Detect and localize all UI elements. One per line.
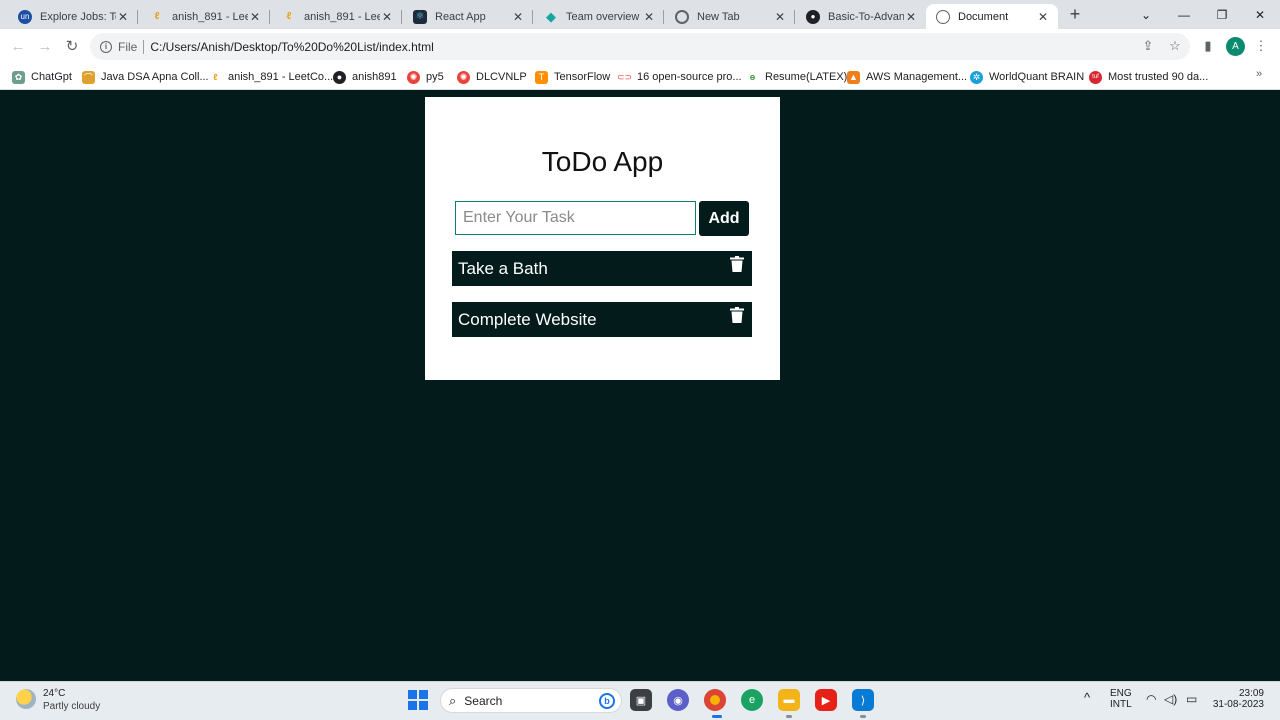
info-icon[interactable]: i (100, 40, 112, 53)
tuf-icon: tuf (1089, 70, 1102, 84)
close-window-button[interactable]: ✕ (1241, 0, 1279, 29)
windows-start-icon[interactable] (408, 690, 428, 710)
diamond-icon: ◆ (546, 8, 556, 24)
task-label: Complete Website (458, 309, 597, 329)
bookmarks-bar: ✿ ChatGpt ⌒ Java DSA Apna Coll... ℓ anis… (0, 64, 1280, 90)
tab-explore-jobs[interactable]: un Explore Jobs: Top ✕ (8, 4, 138, 29)
bookmark-star-icon[interactable]: ☆ (1166, 37, 1184, 55)
leetcode-icon: ℓ (286, 11, 292, 22)
leetcode-icon: ℓ (213, 72, 218, 82)
bookmark-py5[interactable]: ✺ py5 (407, 69, 444, 85)
py5-icon: ✺ (407, 70, 420, 84)
weather-description[interactable]: Partly cloudy (43, 701, 100, 712)
github-icon: ● (333, 70, 346, 84)
github-icon: ● (806, 9, 820, 24)
bookmark-chatgpt[interactable]: ✿ ChatGpt (12, 69, 72, 85)
search-icon: ⌕ (449, 692, 457, 708)
weather-temperature[interactable]: 24°C (43, 688, 65, 699)
close-tab-icon[interactable]: ✕ (773, 10, 787, 24)
side-panel-icon[interactable]: ▮ (1199, 37, 1217, 55)
bookmark-aws[interactable]: ▲ AWS Management... (847, 69, 967, 85)
volume-icon[interactable]: ◁) (1164, 692, 1177, 706)
apna-icon: ⌒ (82, 70, 95, 84)
tab-team-overview[interactable]: ◆ Team overview | a ✕ (534, 4, 664, 29)
maximize-button[interactable]: ❐ (1203, 0, 1241, 29)
new-tab-button[interactable]: + (1066, 5, 1084, 23)
forward-arrow-icon[interactable]: → (36, 38, 54, 56)
leetcode-icon: ℓ (154, 11, 160, 22)
taskbar-search[interactable]: ⌕ Search b (440, 688, 622, 713)
todo-card (425, 97, 780, 380)
share-icon[interactable]: ⇪ (1139, 37, 1157, 55)
task-label: Take a Bath (458, 258, 548, 278)
globe-icon (936, 9, 950, 24)
app-title: ToDo App (541, 146, 664, 177)
brain-icon: ✲ (970, 70, 983, 84)
aws-icon: ▲ (847, 70, 860, 84)
bookmark-dlcvnlp[interactable]: ✺ DLCVNLP (457, 69, 527, 85)
bing-icon[interactable]: b (599, 692, 615, 709)
task-item: Complete Website (452, 302, 752, 337)
bookmark-tuf[interactable]: tuf Most trusted 90 da... (1089, 69, 1208, 85)
chrome-taskbar-icon[interactable] (704, 689, 726, 711)
dlcvnlp-icon: ✺ (457, 70, 470, 84)
trash-icon[interactable] (730, 307, 744, 323)
trash-icon[interactable] (730, 256, 744, 272)
vscode-icon[interactable]: ⟩ (852, 689, 874, 711)
chatgpt-icon: ✿ (12, 70, 25, 84)
tab-leetcode-2[interactable]: ℓ anish_891 - LeetC ✕ (272, 4, 402, 29)
reload-icon[interactable]: ↻ (63, 38, 81, 56)
tab-document[interactable]: Document ✕ (926, 4, 1058, 29)
task-view-icon[interactable]: ▣ (630, 689, 652, 711)
react-icon: ⚛ (413, 9, 427, 24)
address-bar[interactable]: i File C:/Users/Anish/Desktop/To%20Do%20… (90, 33, 1190, 60)
edge-icon[interactable]: e (741, 689, 763, 711)
close-tab-icon[interactable]: ✕ (380, 10, 394, 24)
weather-icon[interactable] (16, 689, 36, 709)
close-tab-icon[interactable]: ✕ (904, 10, 918, 24)
url-text[interactable]: C:/Users/Anish/Desktop/To%20Do%20List/in… (150, 40, 433, 54)
add-task-button[interactable]: Add (699, 201, 749, 236)
battery-icon[interactable]: ▭ (1186, 692, 1197, 706)
close-tab-icon[interactable]: ✕ (1036, 10, 1050, 24)
back-arrow-icon[interactable]: ← (9, 38, 27, 56)
tab-github-repo[interactable]: ● Basic-To-Advance ✕ (796, 4, 926, 29)
bookmark-worldquant[interactable]: ✲ WorldQuant BRAIN (970, 69, 1084, 85)
link-icon: ⊂⊃ (616, 71, 633, 82)
tab-new-tab[interactable]: New Tab ✕ (665, 4, 795, 29)
close-tab-icon[interactable]: ✕ (248, 10, 262, 24)
bookmark-leetcode[interactable]: ℓ anish_891 - LeetCo... (209, 69, 333, 85)
bookmark-github[interactable]: ● anish891 (333, 69, 397, 85)
close-tab-icon[interactable]: ✕ (642, 10, 656, 24)
browser-toolbar: ← → ↻ i File C:/Users/Anish/Desktop/To%2… (0, 29, 1280, 64)
task-item: Take a Bath (452, 251, 752, 286)
teams-chat-icon[interactable]: ◉ (667, 689, 689, 711)
tab-strip: un Explore Jobs: Top ✕ ℓ anish_891 - Lee… (0, 0, 1280, 29)
unstop-icon: un (18, 9, 32, 24)
clock[interactable]: 23:09 31-08-2023 (1212, 688, 1264, 710)
close-tab-icon[interactable]: ✕ (511, 10, 525, 24)
chrome-icon (675, 9, 689, 24)
tray-overflow-icon[interactable]: ^ (1084, 690, 1090, 705)
minimize-button[interactable]: — (1165, 0, 1203, 29)
close-tab-icon[interactable]: ✕ (116, 10, 130, 24)
tab-leetcode-1[interactable]: ℓ anish_891 - LeetC ✕ (140, 4, 270, 29)
bookmark-tensorflow[interactable]: T TensorFlow (535, 69, 610, 85)
bookmarks-overflow-icon[interactable]: » (1256, 68, 1262, 80)
bookmark-resume[interactable]: ɵ Resume(LATEX) (746, 69, 848, 85)
bookmark-java-dsa[interactable]: ⌒ Java DSA Apna Coll... (82, 69, 209, 85)
overleaf-icon: ɵ (749, 72, 756, 82)
profile-avatar[interactable]: A (1226, 37, 1245, 56)
language-indicator[interactable]: ENG INTL (1110, 688, 1132, 710)
menu-kebab-icon[interactable]: ⋮ (1252, 37, 1270, 55)
youtube-icon[interactable]: ▶ (815, 689, 837, 711)
tab-react-app[interactable]: ⚛ React App ✕ (403, 4, 533, 29)
file-explorer-icon[interactable]: ▬ (778, 689, 800, 711)
task-input[interactable] (455, 201, 696, 235)
tab-search-icon[interactable]: ⌄ (1127, 0, 1165, 29)
wifi-icon[interactable]: ◠ (1146, 692, 1156, 706)
bookmark-open-source[interactable]: ⊂⊃ 16 open-source pro... (616, 69, 742, 85)
tensorflow-icon: T (535, 70, 548, 84)
